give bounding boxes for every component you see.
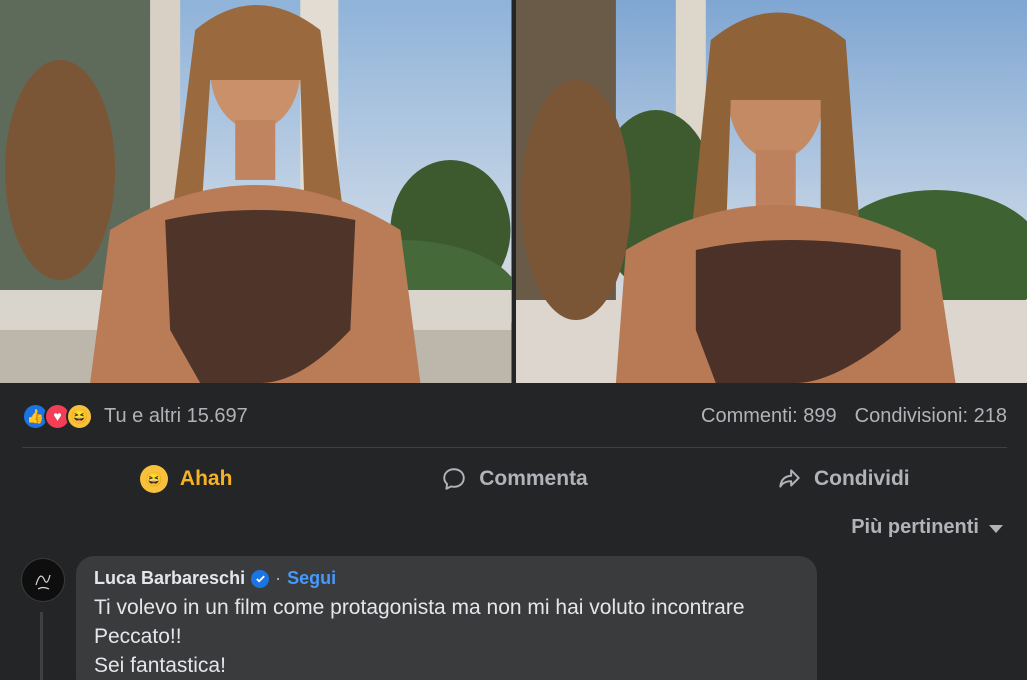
engagement-counts: Commenti: 899 Condivisioni: 218 (701, 405, 1007, 428)
share-icon (779, 469, 800, 488)
comment-sort-dropdown[interactable]: Più pertinenti (851, 516, 1003, 539)
reaction-icons: 👍 ♥ 😆 (22, 402, 93, 430)
post-actions: 😆 Ahah Commenta Condividi (22, 458, 1007, 500)
comment-icon (443, 468, 465, 490)
comment-button-label: Commenta (479, 467, 588, 490)
divider (22, 447, 1007, 448)
avatar[interactable] (21, 558, 65, 602)
comments-count[interactable]: Commenti: 899 (701, 405, 837, 428)
share-button-label: Condividi (813, 467, 910, 490)
comment-line: Ti volevo in un film come protagonista m… (94, 596, 745, 619)
post-photo-right[interactable] (515, 0, 1027, 383)
comment-header: Luca Barbareschi · Segui (94, 568, 799, 589)
haha-icon: 😆 (139, 465, 168, 493)
facebook-post: 👍 ♥ 😆 Tu e altri 15.697 Commenti: 899 Co… (0, 0, 1027, 680)
reaction-count[interactable]: Tu e altri 15.697 (104, 405, 248, 428)
post-photos (0, 0, 1027, 383)
reaction-summary[interactable]: 👍 ♥ 😆 Tu e altri 15.697 (22, 402, 248, 430)
follow-button[interactable]: Segui (287, 568, 336, 589)
avatar-signature-icon (35, 574, 51, 590)
verified-badge-icon (251, 569, 270, 588)
comment-line: Sei fantastica! (94, 654, 226, 677)
comment-line: Peccato!! (94, 625, 182, 648)
photo-right-image (515, 0, 1027, 383)
comment-text: Ti volevo in un film come protagonista m… (94, 593, 799, 680)
comment-author[interactable]: Luca Barbareschi (94, 568, 245, 589)
photo-left-image (0, 0, 512, 383)
comment-button[interactable]: Commenta (350, 466, 678, 492)
sort-label: Più pertinenti (851, 516, 979, 538)
thread-line (40, 612, 43, 680)
reactions-bar: 👍 ♥ 😆 Tu e altri 15.697 Commenti: 899 Co… (22, 398, 1007, 434)
chevron-down-icon (989, 525, 1003, 533)
post-photo-left[interactable] (0, 0, 512, 383)
react-button[interactable]: 😆 Ahah (22, 465, 350, 493)
react-button-label: Ahah (179, 467, 233, 490)
haha-icon: 😆 (66, 402, 93, 430)
separator-dot: · (275, 568, 282, 588)
share-button[interactable]: Condividi (679, 466, 1007, 492)
shares-count[interactable]: Condivisioni: 218 (855, 405, 1007, 428)
comment-bubble: Luca Barbareschi · Segui Ti volevo in un… (76, 556, 817, 680)
